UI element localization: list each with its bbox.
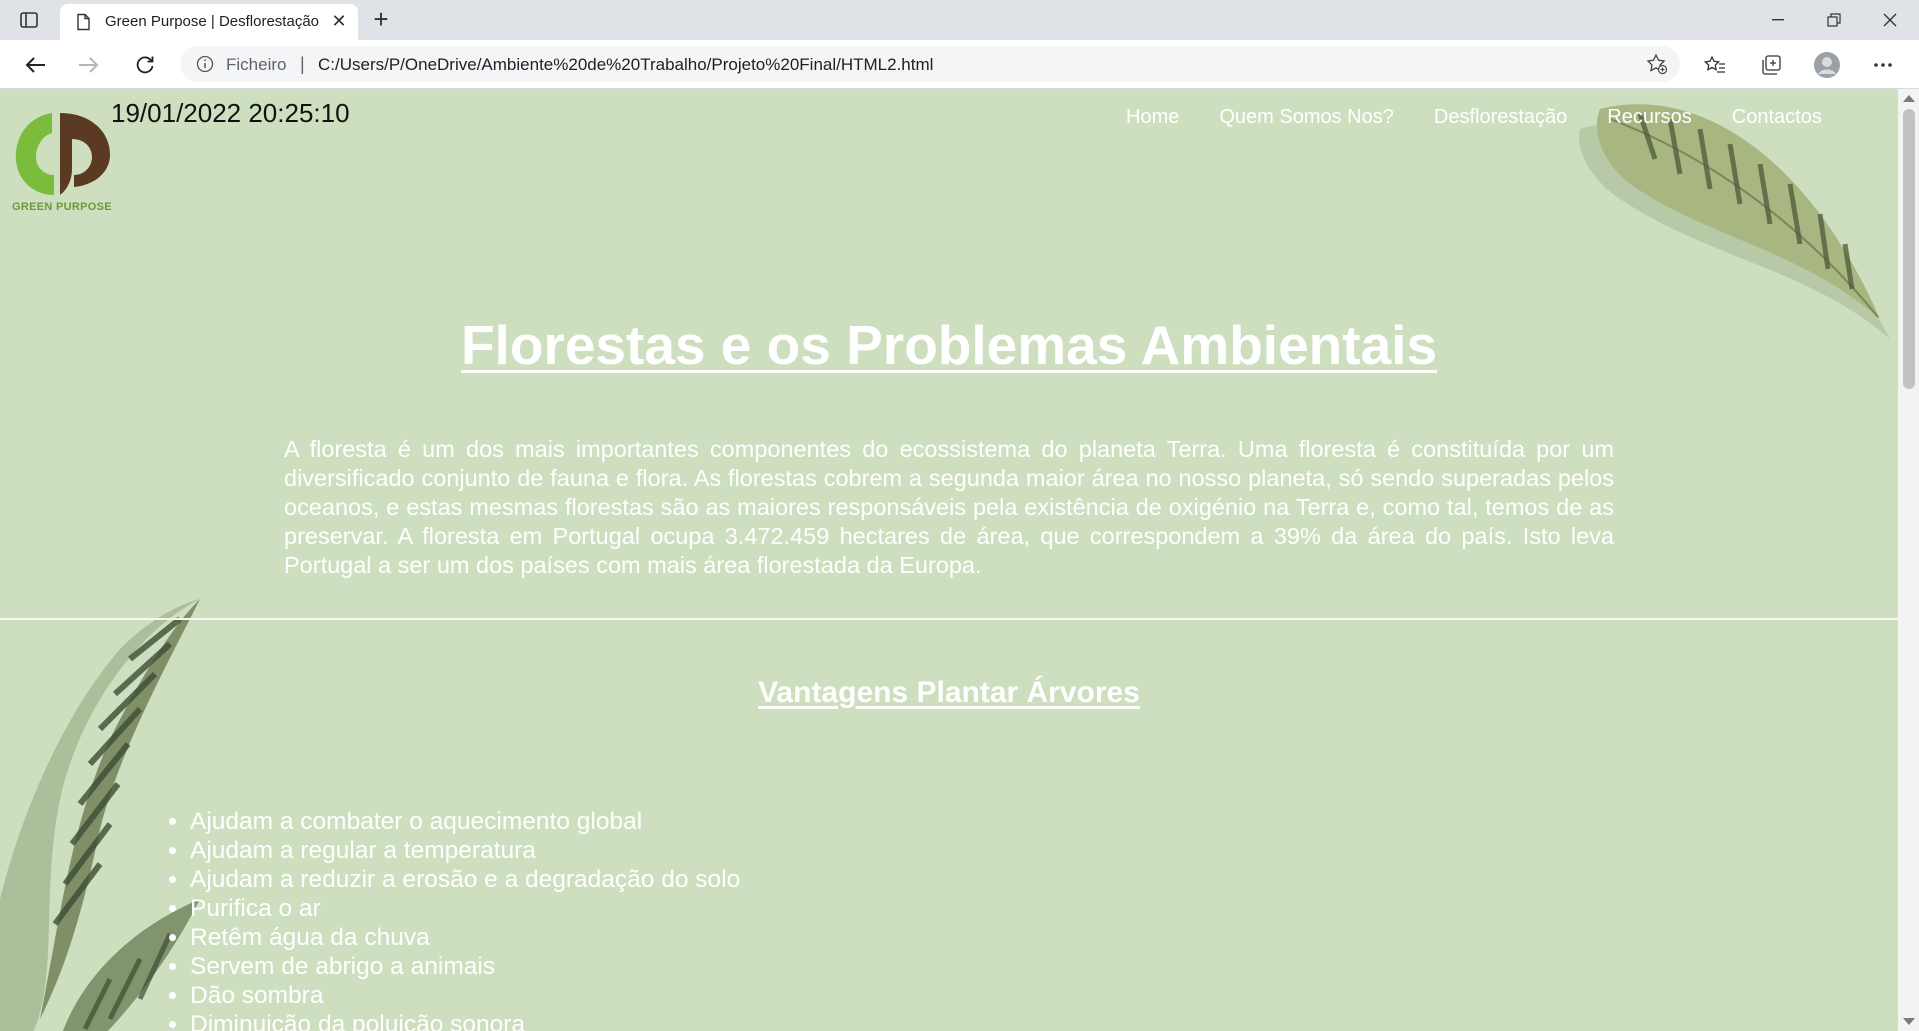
new-tab-icon[interactable]: + (368, 6, 394, 33)
logo-text: GREEN PURPOSE (12, 201, 112, 213)
scrollbar-thumb[interactable] (1903, 109, 1915, 389)
list-item: Servem de abrigo a animais (190, 952, 740, 981)
restore-icon[interactable] (1806, 0, 1862, 40)
collections-icon[interactable] (1756, 50, 1786, 80)
close-window-icon[interactable] (1862, 0, 1918, 40)
datetime-display: 19/01/2022 20:25:10 (111, 98, 350, 128)
close-tab-icon[interactable]: ✕ (328, 10, 350, 32)
list-item: Diminuição da poluição sonora (190, 1010, 740, 1031)
add-favorite-icon[interactable] (1646, 53, 1668, 75)
url-scheme-label: Ficheiro (226, 55, 287, 74)
page-content: GREEN PURPOSE 19/01/2022 20:25:10 Home Q… (0, 89, 1898, 1031)
list-item: Ajudam a combater o aquecimento global (190, 807, 740, 836)
list-item: Ajudam a regular a temperatura (190, 836, 740, 865)
forward-icon[interactable] (74, 50, 104, 80)
list-item: Purifica o ar (190, 894, 740, 923)
green-purpose-logo (15, 113, 110, 195)
scroll-up-icon[interactable] (1903, 95, 1915, 102)
url-separator: | (300, 54, 305, 74)
section-divider (0, 618, 1898, 620)
scroll-down-icon[interactable] (1903, 1018, 1915, 1025)
url-field[interactable]: Ficheiro | C:/Users/P/OneDrive/Ambiente%… (180, 46, 1680, 82)
list-item: Dão sombra (190, 981, 740, 1010)
list-item: Ajudam a reduzir a erosão e a degradação… (190, 865, 740, 894)
advantages-list: Ajudam a combater o aquecimento global A… (166, 807, 740, 1031)
more-options-icon[interactable] (1868, 50, 1898, 80)
page-icon (74, 13, 92, 31)
back-icon[interactable] (20, 50, 50, 80)
nav-desflorestacao[interactable]: Desflorestação (1434, 106, 1567, 129)
favorites-icon[interactable] (1700, 50, 1730, 80)
nav-home[interactable]: Home (1126, 106, 1179, 129)
list-item: Retêm água da chuva (190, 923, 740, 952)
main-menu: Home Quem Somos Nos? Desflorestação Recu… (1126, 106, 1862, 129)
profile-avatar-icon[interactable] (1812, 50, 1842, 80)
url-text[interactable]: C:/Users/P/OneDrive/Ambiente%20de%20Trab… (318, 55, 933, 75)
nav-recursos[interactable]: Recursos (1607, 106, 1691, 129)
page-scrollbar[interactable] (1898, 89, 1919, 1031)
tab-actions-icon[interactable] (18, 9, 40, 31)
nav-contactos[interactable]: Contactos (1732, 106, 1822, 129)
refresh-icon[interactable] (130, 50, 160, 80)
section-title: Vantagens Plantar Árvores (758, 676, 1140, 709)
browser-tab[interactable]: Green Purpose | Desflorestação ✕ (60, 4, 358, 40)
page-title: Florestas e os Problemas Ambientais (460, 314, 1438, 376)
tab-bar: Green Purpose | Desflorestação ✕ + (0, 0, 1919, 40)
address-bar: Ficheiro | C:/Users/P/OneDrive/Ambiente%… (0, 40, 1919, 89)
info-icon[interactable] (196, 55, 214, 73)
intro-paragraph: A floresta é um dos mais importantes com… (284, 436, 1614, 578)
minimize-icon[interactable] (1750, 0, 1806, 40)
nav-quem-somos[interactable]: Quem Somos Nos? (1219, 106, 1394, 129)
tab-title: Green Purpose | Desflorestação (105, 13, 320, 30)
